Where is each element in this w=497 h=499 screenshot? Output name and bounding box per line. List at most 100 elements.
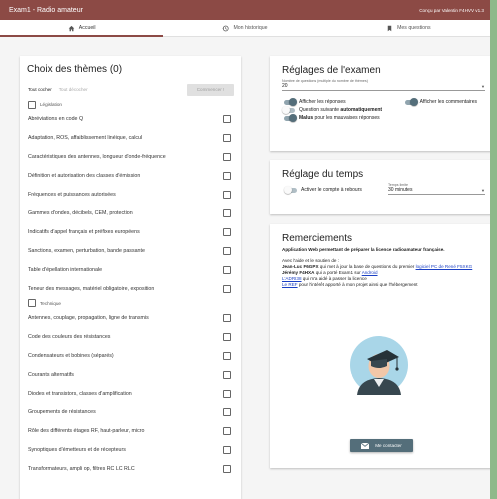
theme-checkbox[interactable] (223, 427, 231, 436)
theme-row[interactable]: Condensateurs et bobines (séparés) (27, 347, 234, 366)
time-limit-field: Temps limite 30 minutes ▼ (388, 183, 485, 195)
next-question-toggle[interactable] (282, 106, 295, 114)
question-count-value: 20 (282, 83, 288, 89)
exam-settings-title: Réglages de l'examen (282, 65, 381, 76)
theme-checkbox[interactable] (223, 265, 231, 274)
app-credit: Conçu par Valentin F4HVV v1.3 (419, 7, 484, 13)
bookmark-icon (387, 25, 392, 31)
theme-checkbox[interactable] (223, 389, 231, 398)
ref-link[interactable]: Le REF (282, 282, 298, 287)
theme-row[interactable]: Diodes et transistors, classes d'amplifi… (27, 384, 234, 403)
android-link[interactable]: Android (362, 270, 378, 275)
theme-row[interactable]: Courants alternatifs (27, 365, 234, 384)
theme-checkbox[interactable] (223, 370, 231, 379)
theme-row[interactable]: Adaptation, ROS, affaiblissement linéiqu… (27, 129, 234, 148)
theme-label: Fréquences et puissances autorisées (28, 191, 116, 198)
theme-row[interactable]: Rôle des différents étages RF, haut-parl… (27, 422, 234, 441)
tab-label: Mes questions (397, 25, 431, 31)
start-button[interactable]: Commencer ! (187, 83, 234, 96)
theme-checkbox[interactable] (223, 333, 231, 342)
theme-checkbox[interactable] (223, 152, 231, 161)
theme-label: Transformateurs, ampli op, filtres RC LC… (28, 465, 135, 472)
tab-historique[interactable]: Mon historique (163, 20, 326, 36)
technique-list: Antennes, couplage, propagation, ligne d… (27, 309, 234, 478)
theme-label: Indicatifs d'appel français et préfixes … (28, 229, 140, 236)
legislation-checkbox[interactable] (28, 100, 36, 109)
theme-row[interactable]: Fréquences et puissances autorisées (27, 185, 234, 204)
next-question-toggle-row[interactable]: Question suivante automatiquement (282, 106, 485, 114)
theme-checkbox[interactable] (223, 171, 231, 180)
thanks-intro: Application Web permettant de préparer l… (282, 247, 445, 252)
thanks-name: Jérémy F4HXA (282, 269, 315, 275)
history-icon (222, 25, 230, 31)
theme-checkbox[interactable] (223, 190, 231, 199)
app-window: Exam1 - Radio amateur Conçu par Valentin… (0, 0, 490, 499)
adri38-link[interactable]: L'ADRI38 (282, 276, 302, 281)
themes-card: Choix des thèmes (0) Tout cocher Tout dé… (20, 56, 241, 499)
section-technique[interactable]: Technique (28, 298, 234, 309)
show-comments-toggle[interactable] (404, 98, 418, 106)
show-answers-toggle[interactable] (284, 98, 297, 106)
theme-label: Condensateurs et bobines (séparés) (28, 352, 114, 359)
theme-checkbox[interactable] (223, 408, 231, 417)
question-count-select[interactable]: 20 ▼ (282, 83, 485, 91)
theme-row[interactable]: Teneur des messages, matériel obligatoir… (27, 279, 234, 298)
technique-checkbox[interactable] (28, 299, 36, 308)
app-title: Exam1 - Radio amateur (9, 6, 83, 14)
title-bar: Exam1 - Radio amateur Conçu par Valentin… (0, 0, 490, 20)
rene-software-link[interactable]: logiciel PC de René F5XKG (416, 264, 473, 269)
theme-checkbox[interactable] (223, 134, 231, 143)
theme-checkbox[interactable] (223, 284, 231, 293)
show-answers-toggle-row[interactable]: Afficher les réponses (284, 98, 346, 106)
section-legislation[interactable]: Législation (28, 99, 234, 110)
theme-row[interactable]: Caractéristiques des antennes, longueur … (27, 148, 234, 167)
tab-questions[interactable]: Mes questions (327, 20, 490, 36)
theme-checkbox[interactable] (223, 314, 231, 323)
theme-label: Synoptiques d'émetteurs et de récepteurs (28, 446, 126, 453)
theme-checkbox[interactable] (223, 464, 231, 473)
theme-row[interactable]: Définition et autorisation des classes d… (27, 166, 234, 185)
theme-checkbox[interactable] (223, 351, 231, 360)
thanks-line-text: pour l'intérêt apporté à mon projet ains… (297, 281, 418, 287)
thanks-card: Remerciements Application Web permettant… (270, 224, 490, 468)
thanks-name: Jean-Luc F6GPX (282, 263, 319, 269)
nav-tabs: Accueil Mon historique Mes questions (0, 20, 490, 37)
theme-row[interactable]: Synoptiques d'émetteurs et de récepteurs (27, 441, 234, 460)
theme-label: Courants alternatifs (28, 371, 74, 378)
show-comments-toggle-row[interactable]: Afficher les commentaires (404, 98, 477, 106)
thanks-title: Remerciements (282, 233, 353, 244)
theme-row[interactable]: Code des couleurs des résistances (27, 328, 234, 347)
legislation-list: Abréviations en code Q Adaptation, ROS, a… (27, 110, 234, 298)
main-content: Choix des thèmes (0) Tout cocher Tout dé… (0, 37, 490, 499)
tab-accueil[interactable]: Accueil (0, 20, 164, 37)
countdown-toggle-row[interactable]: Activer le compte à rebours (282, 186, 362, 194)
contact-button[interactable]: Me contacter (350, 439, 413, 452)
check-all-button[interactable]: Tout cocher (27, 87, 58, 92)
theme-checkbox[interactable] (223, 228, 231, 237)
graduate-illustration (347, 336, 408, 395)
theme-label: Caractéristiques des antennes, longueur … (28, 153, 166, 160)
theme-checkbox[interactable] (223, 115, 231, 124)
theme-checkbox[interactable] (223, 209, 231, 218)
theme-label: Adaptation, ROS, affaiblissement linéiqu… (28, 135, 143, 142)
theme-row[interactable]: Sanctions, examen, perturbation, bande p… (27, 242, 234, 261)
tab-label: Accueil (78, 25, 96, 31)
theme-row[interactable]: Transformateurs, ampli op, filtres RC LC… (27, 459, 234, 478)
time-limit-select[interactable]: 30 minutes ▼ (388, 187, 485, 195)
theme-row[interactable]: Abréviations en code Q (27, 110, 234, 129)
theme-row[interactable]: Groupements de résistances (27, 403, 234, 422)
uncheck-all-button[interactable]: Tout décocher (58, 87, 94, 92)
malus-toggle-row[interactable]: Malus pour les mauvaises réponses (282, 114, 485, 122)
theme-row[interactable]: Table d'épellation internationale (27, 260, 234, 279)
thanks-line-4: Le REF pour l'intérêt apporté à mon proj… (282, 282, 485, 288)
malus-toggle[interactable] (284, 114, 297, 122)
theme-label: Code des couleurs des résistances (28, 334, 111, 341)
theme-row[interactable]: Antennes, couplage, propagation, ligne d… (27, 309, 234, 328)
theme-row[interactable]: Gammes d'ondes, décibels, CEM, protectio… (27, 204, 234, 223)
theme-row[interactable]: Indicatifs d'appel français et préfixes … (27, 223, 234, 242)
theme-label: Antennes, couplage, propagation, ligne d… (28, 315, 149, 322)
countdown-toggle[interactable] (284, 186, 297, 194)
theme-checkbox[interactable] (223, 246, 231, 255)
theme-checkbox[interactable] (223, 445, 231, 454)
show-answers-label: Afficher les réponses (299, 99, 346, 105)
